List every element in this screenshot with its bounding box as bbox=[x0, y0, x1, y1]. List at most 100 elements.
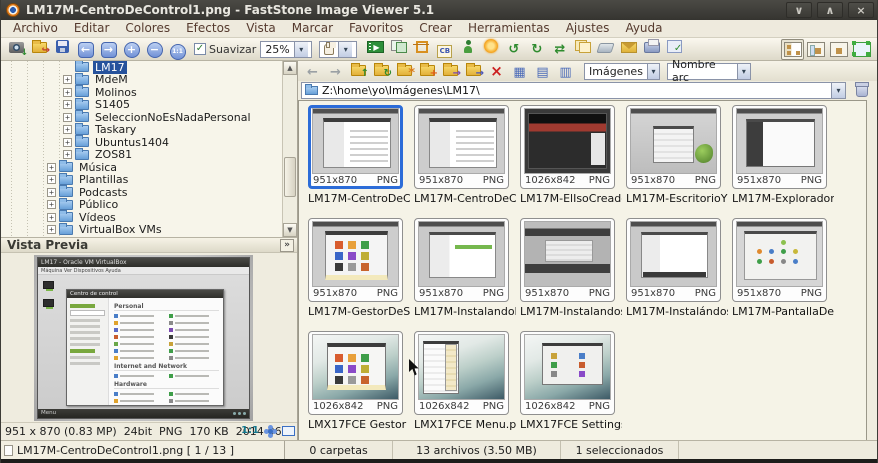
settings-button[interactable] bbox=[663, 36, 686, 57]
thumbnail-card[interactable]: 1026x842PNG bbox=[520, 331, 615, 415]
scroll-up-button[interactable]: ▲ bbox=[283, 61, 297, 75]
print-button[interactable] bbox=[640, 37, 663, 58]
thumbnail-card[interactable]: 951x870PNG bbox=[520, 218, 615, 302]
thumbnail-item-lm17m-escritorioyme[interactable]: 951x870PNGLM17M-EscritorioYMe... bbox=[626, 105, 732, 218]
tree-item-publico[interactable]: +Público bbox=[1, 199, 297, 212]
expand-icon[interactable]: + bbox=[47, 188, 56, 197]
menu-archivo[interactable]: Archivo bbox=[5, 20, 66, 37]
expand-icon[interactable]: + bbox=[63, 125, 72, 134]
thumbnail-item-lm17m-instalandose[interactable]: 951x870PNGLM17M-Instalándose... bbox=[626, 218, 732, 331]
suavizar-checkbox[interactable]: ✓ bbox=[194, 43, 206, 55]
thumbnail-card[interactable]: 951x870PNG bbox=[626, 218, 721, 302]
thumbnail-card[interactable]: 1026x842PNG bbox=[308, 331, 403, 415]
compare-button[interactable] bbox=[387, 36, 410, 57]
folder-refresh-button[interactable] bbox=[370, 61, 393, 80]
expand-icon[interactable]: + bbox=[63, 150, 72, 159]
layout-fullscreen-button[interactable] bbox=[850, 39, 873, 60]
thumbnail-item-lm17m-gestordesoft[interactable]: 951x870PNGLM17M-GestorDeSoft... bbox=[308, 218, 414, 331]
thumbnail-item-lm17m-centrodecon[interactable]: 951x870PNGLM17M-CentroDeCon... bbox=[308, 105, 414, 218]
thumbnail-item-lm17m-instalandopr[interactable]: 951x870PNGLM17M-InstalandoPr... bbox=[414, 218, 520, 331]
menu-editar[interactable]: Editar bbox=[66, 20, 118, 37]
expand-icon[interactable]: + bbox=[63, 75, 72, 84]
thumbnail-item-lm17m-elisocreadoc[interactable]: 1026x842PNGLM17M-ElIsoCreadoC... bbox=[520, 105, 626, 218]
thumbnail-card[interactable]: 1026x842PNG bbox=[414, 331, 509, 415]
expand-icon[interactable]: + bbox=[63, 113, 72, 122]
expand-icon[interactable]: + bbox=[47, 213, 56, 222]
tree-item-podcasts[interactable]: +Podcasts bbox=[1, 186, 297, 199]
thumbnail-item-lmx17fce-gestor-de[interactable]: 1026x842PNGLMX17FCE Gestor de ... bbox=[308, 331, 414, 444]
file-filter-select[interactable]: Imágenes ▾ bbox=[584, 63, 660, 80]
resize-button[interactable] bbox=[548, 39, 571, 60]
fit-window-icon[interactable] bbox=[282, 426, 295, 436]
tree-scrollbar[interactable]: ▲ ▼ bbox=[282, 61, 297, 237]
menu-herramientas[interactable]: Herramientas bbox=[460, 20, 558, 37]
menu-colores[interactable]: Colores bbox=[117, 20, 178, 37]
tree-item-virtualbox-vms[interactable]: +VirtualBox VMs bbox=[1, 224, 297, 237]
thumbnail-item-lm17m-instalandose[interactable]: 951x870PNGLM17M-Instalandose... bbox=[520, 218, 626, 331]
expand-icon[interactable]: + bbox=[63, 138, 72, 147]
expand-icon[interactable]: + bbox=[63, 100, 72, 109]
zoom-in-button[interactable] bbox=[120, 39, 143, 60]
tree-item-molinos[interactable]: +Molinos bbox=[1, 86, 297, 99]
expand-icon[interactable]: + bbox=[47, 200, 56, 209]
open-button[interactable] bbox=[28, 37, 51, 58]
clear-history-button[interactable] bbox=[850, 80, 873, 101]
thumbnail-item-lmx17fce-settings-p[interactable]: 1026x842PNGLMX17FCE Settings.p... bbox=[520, 331, 626, 444]
zoom-select[interactable]: 25% ▾ bbox=[260, 41, 312, 58]
enhance-button[interactable] bbox=[479, 36, 502, 57]
copy-move-button[interactable] bbox=[571, 36, 594, 57]
settings-flower-icon[interactable] bbox=[268, 429, 273, 434]
view-details-button[interactable]: ▥ bbox=[554, 63, 577, 82]
thumbnail-card[interactable]: 951x870PNG bbox=[414, 218, 509, 302]
capture-button[interactable] bbox=[5, 37, 28, 58]
copy-to-button[interactable] bbox=[439, 61, 462, 80]
menu-ajustes[interactable]: Ajustes bbox=[558, 20, 618, 37]
tree-item-seleccionnoesnadapersonal[interactable]: +SeleccionNoEsNadaPersonal bbox=[1, 111, 297, 124]
tree-item-lm17[interactable]: LM17 bbox=[1, 61, 297, 74]
back-button[interactable]: ← bbox=[301, 63, 324, 82]
maximize-button[interactable]: ∧ bbox=[817, 2, 843, 18]
layout-browser-button[interactable] bbox=[781, 39, 804, 60]
close-button[interactable]: × bbox=[848, 2, 874, 18]
slideshow-button[interactable] bbox=[364, 37, 387, 58]
thumbnail-card[interactable]: 951x870PNG bbox=[308, 218, 403, 302]
zoom-out-button[interactable] bbox=[143, 39, 166, 60]
thumbnail-card[interactable]: 1026x842PNG bbox=[520, 105, 615, 189]
menu-efectos[interactable]: Efectos bbox=[178, 20, 238, 37]
adjust-colors-button[interactable] bbox=[433, 41, 456, 62]
menu-vista[interactable]: Vista bbox=[238, 20, 284, 37]
folder-favorite-button[interactable] bbox=[393, 61, 416, 80]
minimize-button[interactable]: ∨ bbox=[786, 2, 812, 18]
menu-marcar[interactable]: Marcar bbox=[284, 20, 341, 37]
rotate-right-button[interactable] bbox=[525, 39, 548, 60]
thumbnail-item-lmx17fce-menu-png[interactable]: 1026x842PNGLMX17FCE Menu.png bbox=[414, 331, 520, 444]
thumbnail-card[interactable]: 951x870PNG bbox=[732, 105, 827, 189]
tree-item-musica[interactable]: +Música bbox=[1, 161, 297, 174]
thumbnail-card[interactable]: 951x870PNG bbox=[414, 105, 509, 189]
folder-up-button[interactable] bbox=[347, 61, 370, 80]
tree-item-zos81[interactable]: +ZOS81 bbox=[1, 149, 297, 162]
sort-select[interactable]: Nombre arc ▾ bbox=[667, 63, 751, 80]
thumbnail-card[interactable]: 951x870PNG bbox=[732, 218, 827, 302]
expand-icon[interactable]: + bbox=[47, 163, 56, 172]
actual-size-indicator-icon[interactable]: 1:1 bbox=[241, 425, 259, 437]
menu-ayuda[interactable]: Ayuda bbox=[617, 20, 670, 37]
menu-crear[interactable]: Crear bbox=[411, 20, 460, 37]
layout-viewer-button[interactable] bbox=[804, 39, 827, 60]
red-eye-button[interactable] bbox=[456, 36, 479, 57]
thumbnail-card[interactable]: 951x870PNG bbox=[626, 105, 721, 189]
address-bar[interactable]: Z:\home\yo\Imágenes\LM17\ ▾ bbox=[301, 82, 846, 99]
expand-icon[interactable]: + bbox=[47, 225, 56, 234]
expand-icon[interactable]: + bbox=[47, 175, 56, 184]
prev-button[interactable] bbox=[74, 39, 97, 60]
tree-item-ubuntus1404[interactable]: +Ubuntus1404 bbox=[1, 136, 297, 149]
crop-button[interactable] bbox=[410, 37, 433, 58]
menu-favoritos[interactable]: Favoritos bbox=[341, 20, 411, 37]
thumbnail-card[interactable]: 951x870PNG bbox=[308, 105, 403, 189]
thumbnail-item-lm17m-exploradorde[interactable]: 951x870PNGLM17M-ExploradorDe... bbox=[732, 105, 838, 218]
folder-new-button[interactable] bbox=[416, 61, 439, 80]
scroll-down-button[interactable]: ▼ bbox=[283, 223, 297, 237]
hand-tool-select[interactable]: ▾ bbox=[319, 41, 357, 58]
move-to-button[interactable] bbox=[462, 61, 485, 80]
tree-item-plantillas[interactable]: +Plantillas bbox=[1, 174, 297, 187]
